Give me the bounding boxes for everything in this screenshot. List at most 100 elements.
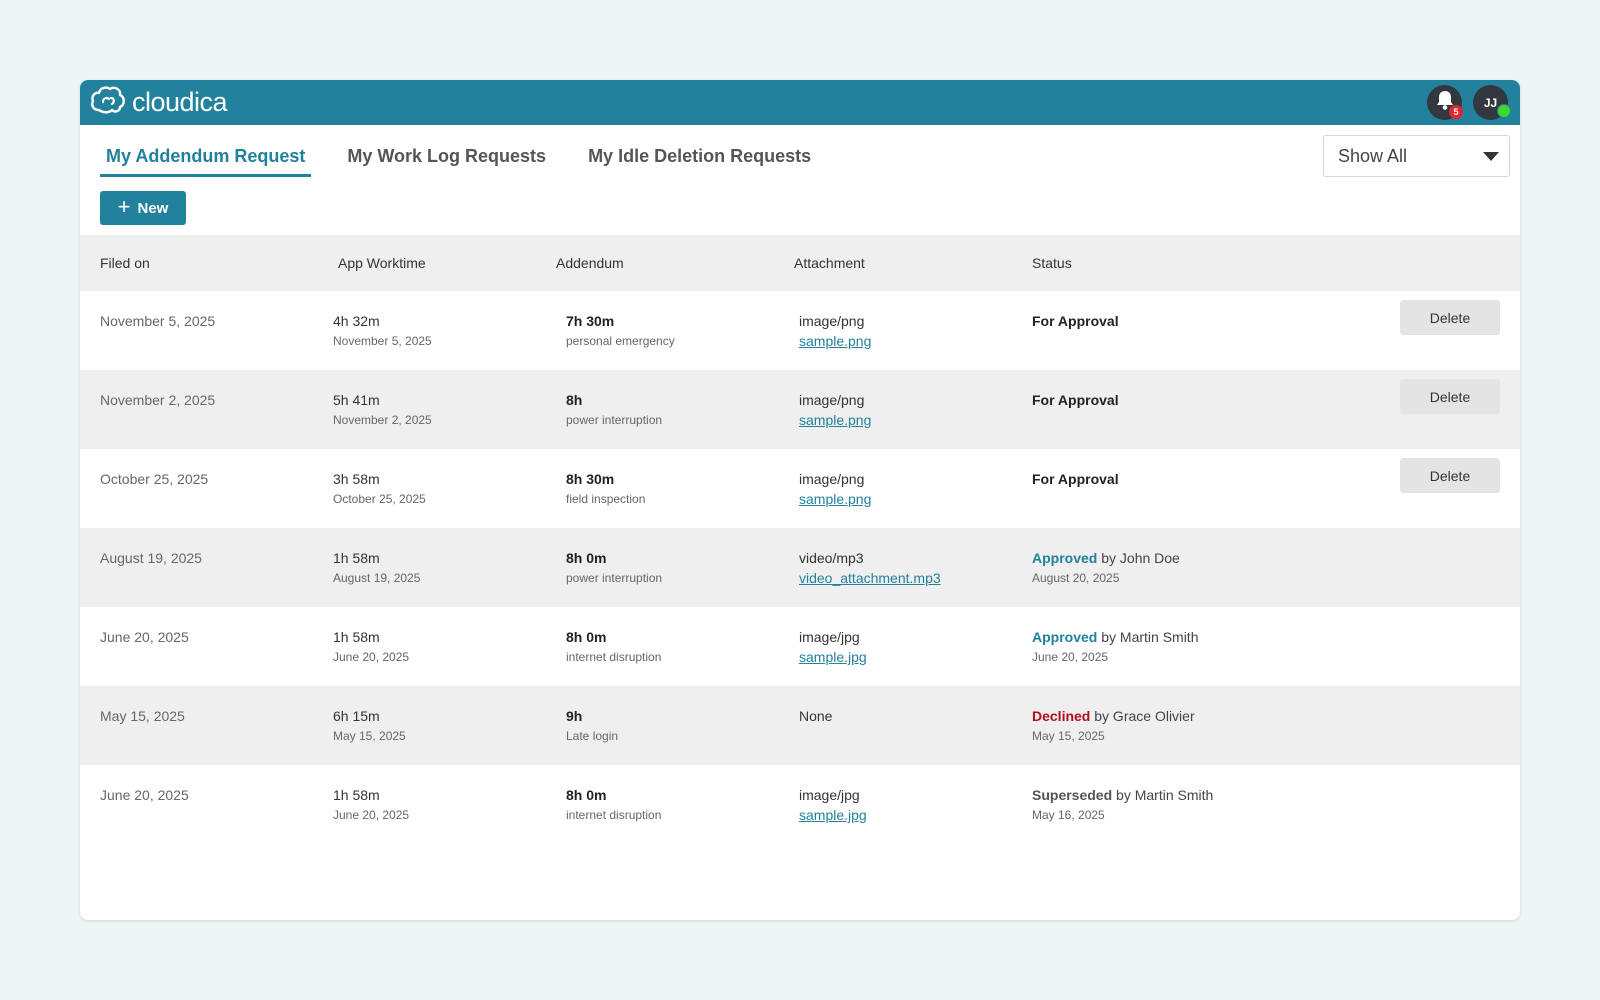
- attachment-cell: video/mp3 video_attachment.mp3: [794, 528, 1032, 607]
- app-worktime-cell: 1h 58m June 20, 2025: [318, 607, 556, 686]
- table-row: August 19, 2025 1h 58m August 19, 2025 8h 0…: [80, 528, 1520, 607]
- addendum-cell: 7h 30m personal emergency: [556, 291, 794, 370]
- status-cell: For Approval: [1032, 291, 1270, 370]
- requests-table: Filed on App Worktime Addendum Attachmen…: [80, 235, 1520, 844]
- app-window: cloudica 5 JJ My Addendum Request My Wor…: [80, 80, 1520, 920]
- attachment-type: image/png: [799, 392, 865, 408]
- addendum-value: 8h: [566, 392, 583, 408]
- status-cell: Superseded by Martin Smith May 16, 2025: [1032, 765, 1270, 844]
- status-label: Approved: [1032, 629, 1098, 645]
- brand-logo[interactable]: cloudica: [90, 83, 228, 122]
- worktime-date: May 15, 2025: [333, 729, 406, 743]
- avatar-initials: JJ: [1483, 95, 1498, 110]
- table-row: October 25, 2025 3h 58m October 25, 2025 8h…: [80, 449, 1520, 528]
- attachment-link[interactable]: sample.jpg: [799, 649, 867, 665]
- attachment-link[interactable]: sample.jpg: [799, 807, 867, 823]
- user-avatar[interactable]: JJ: [1473, 85, 1511, 120]
- action-cell: Delete: [1270, 370, 1520, 449]
- status-filter-value: Show All: [1338, 145, 1408, 166]
- addendum-cell: 9h Late login: [556, 686, 794, 765]
- tab-work-log-requests[interactable]: My Work Log Requests: [341, 137, 552, 177]
- attachment-cell: image/jpg sample.jpg: [794, 765, 1032, 844]
- filed-on-cell: June 20, 2025: [100, 629, 189, 645]
- app-worktime-cell: 3h 58m October 25, 2025: [318, 449, 556, 528]
- addendum-value: 8h 0m: [566, 550, 607, 566]
- column-header-status: Status: [1032, 255, 1072, 271]
- status-label: Declined: [1032, 708, 1091, 724]
- column-header-filed-on: Filed on: [100, 255, 150, 271]
- filed-on-cell: November 2, 2025: [100, 392, 216, 408]
- table-row: November 5, 2025 4h 32m November 5, 2025 7h…: [80, 291, 1520, 370]
- status-label: Superseded: [1032, 787, 1113, 803]
- attachment-link[interactable]: video_attachment.mp3: [799, 570, 941, 586]
- addendum-cell: 8h 30m field inspection: [556, 449, 794, 528]
- delete-button[interactable]: Delete: [1400, 458, 1500, 493]
- attachment-type: image/png: [799, 471, 865, 487]
- status-by: by John Doe: [1097, 550, 1180, 566]
- top-bar: cloudica 5 JJ: [80, 80, 1520, 125]
- brand-name: cloudica: [132, 87, 228, 117]
- status-cell: For Approval: [1032, 449, 1270, 528]
- app-worktime-cell: 1h 58m August 19, 2025: [318, 528, 556, 607]
- addendum-reason: personal emergency: [566, 334, 675, 348]
- status-cell: For Approval: [1032, 370, 1270, 449]
- attachment-link[interactable]: sample.png: [799, 491, 871, 507]
- new-request-button[interactable]: + New: [100, 191, 186, 225]
- action-cell: Delete: [1270, 449, 1520, 528]
- app-worktime-cell: 4h 32m November 5, 2025: [318, 291, 556, 370]
- action-cell: [1270, 607, 1520, 686]
- worktime-date: November 5, 2025: [333, 334, 432, 348]
- table-header-row: Filed on App Worktime Addendum Attachmen…: [80, 235, 1520, 291]
- attachment-type: image/jpg: [799, 787, 860, 803]
- status-label: For Approval: [1032, 313, 1119, 329]
- worktime-date: August 19, 2025: [333, 571, 421, 585]
- attachment-cell: None: [794, 686, 1032, 765]
- filed-on-cell: June 20, 2025: [100, 787, 189, 803]
- worktime-date: November 2, 2025: [333, 413, 432, 427]
- tab-idle-deletion-requests[interactable]: My Idle Deletion Requests: [582, 137, 817, 177]
- cloud-icon: [90, 83, 126, 122]
- addendum-reason: power interruption: [566, 413, 663, 427]
- addendum-reason: Late login: [566, 729, 619, 743]
- tab-addendum-request[interactable]: My Addendum Request: [100, 137, 312, 177]
- attachment-type: image/png: [799, 313, 865, 329]
- addendum-cell: 8h 0m internet disruption: [556, 607, 794, 686]
- column-header-attachment: Attachment: [794, 255, 865, 271]
- online-status-indicator: [1497, 104, 1511, 118]
- plus-icon: +: [117, 194, 131, 219]
- attachment-type: video/mp3: [799, 550, 864, 566]
- action-cell: [1270, 528, 1520, 607]
- filed-on-cell: August 19, 2025: [100, 550, 202, 566]
- addendum-cell: 8h power interruption: [556, 370, 794, 449]
- delete-button[interactable]: Delete: [1400, 300, 1500, 335]
- status-by: by Grace Olivier: [1090, 708, 1195, 724]
- status-cell: Declined by Grace Olivier May 15, 2025: [1032, 686, 1270, 765]
- attachment-type: image/jpg: [799, 629, 860, 645]
- table-row: May 15, 2025 6h 15m May 15, 2025 9h Late log…: [80, 686, 1520, 765]
- action-cell: Delete: [1270, 291, 1520, 370]
- status-date: August 20, 2025: [1032, 571, 1120, 585]
- worktime-date: June 20, 2025: [333, 650, 410, 664]
- status-date: May 16, 2025: [1032, 808, 1105, 822]
- action-cell: [1270, 765, 1520, 844]
- worktime-value: 4h 32m: [333, 313, 380, 329]
- status-cell: Approved by John Doe August 20, 2025: [1032, 528, 1270, 607]
- status-date: June 20, 2025: [1032, 650, 1109, 664]
- attachment-link[interactable]: sample.png: [799, 333, 871, 349]
- attachment-link[interactable]: sample.png: [799, 412, 871, 428]
- status-label: For Approval: [1032, 471, 1119, 487]
- app-worktime-cell: 5h 41m November 2, 2025: [318, 370, 556, 449]
- column-header-app-worktime: App Worktime: [338, 255, 426, 271]
- addendum-value: 7h 30m: [566, 313, 615, 329]
- notifications-button[interactable]: 5: [1427, 85, 1463, 120]
- attachment-cell: image/png sample.png: [794, 449, 1032, 528]
- addendum-reason: power interruption: [566, 571, 663, 585]
- notification-count-badge: 5: [1449, 105, 1463, 119]
- status-filter-select[interactable]: Show All: [1323, 135, 1510, 177]
- worktime-value: 6h 15m: [333, 708, 380, 724]
- addendum-value: 9h: [566, 708, 583, 724]
- column-header-addendum: Addendum: [556, 255, 624, 271]
- delete-button[interactable]: Delete: [1400, 379, 1500, 414]
- addendum-reason: internet disruption: [566, 808, 662, 822]
- status-label: For Approval: [1032, 392, 1119, 408]
